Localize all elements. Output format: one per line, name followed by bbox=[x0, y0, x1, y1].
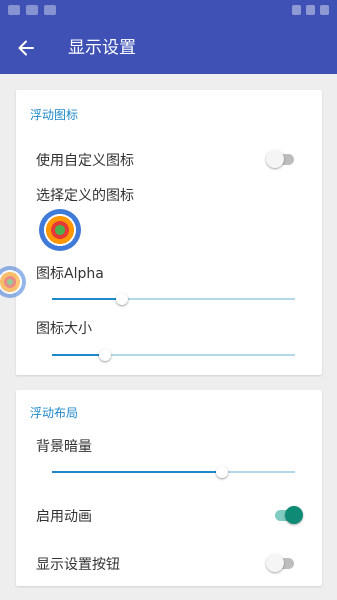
notification-icon bbox=[44, 5, 56, 15]
enable-animation-switch[interactable] bbox=[273, 506, 303, 524]
notification-icon bbox=[8, 5, 20, 15]
choose-icon-label[interactable]: 选择定义的图标 bbox=[36, 185, 134, 205]
switch-thumb bbox=[285, 506, 303, 524]
back-button[interactable] bbox=[10, 32, 42, 64]
section-title: 浮动布局 bbox=[30, 406, 79, 420]
icon-size-slider[interactable] bbox=[52, 348, 295, 362]
slider-fill bbox=[52, 471, 223, 473]
floating-layout-card: 浮动布局 背景暗量 启用动画 显示设置按钮 bbox=[16, 390, 322, 586]
background-dim-slider[interactable] bbox=[52, 465, 295, 479]
switch-thumb bbox=[266, 150, 284, 168]
icon-alpha-slider[interactable] bbox=[52, 292, 295, 306]
slider-fill bbox=[52, 298, 123, 300]
notification-icons bbox=[8, 5, 56, 15]
battery-icon bbox=[320, 5, 329, 15]
page-title: 显示设置 bbox=[68, 38, 136, 58]
custom-icon-preview[interactable] bbox=[39, 209, 81, 251]
slider-fill bbox=[52, 354, 106, 356]
show-settings-button-label: 显示设置按钮 bbox=[36, 557, 120, 573]
slider-knob[interactable] bbox=[116, 293, 129, 305]
signal-icon bbox=[306, 5, 315, 15]
switch-thumb bbox=[266, 554, 284, 572]
background-dim-label: 背景暗量 bbox=[36, 439, 92, 455]
arrow-back-icon bbox=[18, 40, 34, 56]
notification-icon bbox=[26, 5, 38, 15]
use-custom-icon-label: 使用自定义图标 bbox=[36, 153, 134, 169]
status-bar bbox=[0, 0, 337, 22]
wifi-icon bbox=[292, 5, 301, 15]
section-title: 浮动图标 bbox=[30, 108, 79, 122]
floating-icon-card: 浮动图标 使用自定义图标 选择定义的图标 图标Alpha 图标大小 bbox=[16, 90, 322, 375]
slider-knob[interactable] bbox=[216, 466, 229, 478]
enable-animation-label: 启用动画 bbox=[36, 509, 92, 525]
show-settings-button-switch[interactable] bbox=[266, 554, 296, 572]
slider-knob[interactable] bbox=[99, 349, 112, 361]
icon-size-label: 图标大小 bbox=[36, 321, 92, 337]
app-bar: 显示设置 bbox=[0, 22, 337, 74]
use-custom-icon-switch[interactable] bbox=[266, 150, 296, 168]
icon-alpha-label: 图标Alpha bbox=[36, 266, 104, 282]
system-icons bbox=[292, 5, 329, 15]
